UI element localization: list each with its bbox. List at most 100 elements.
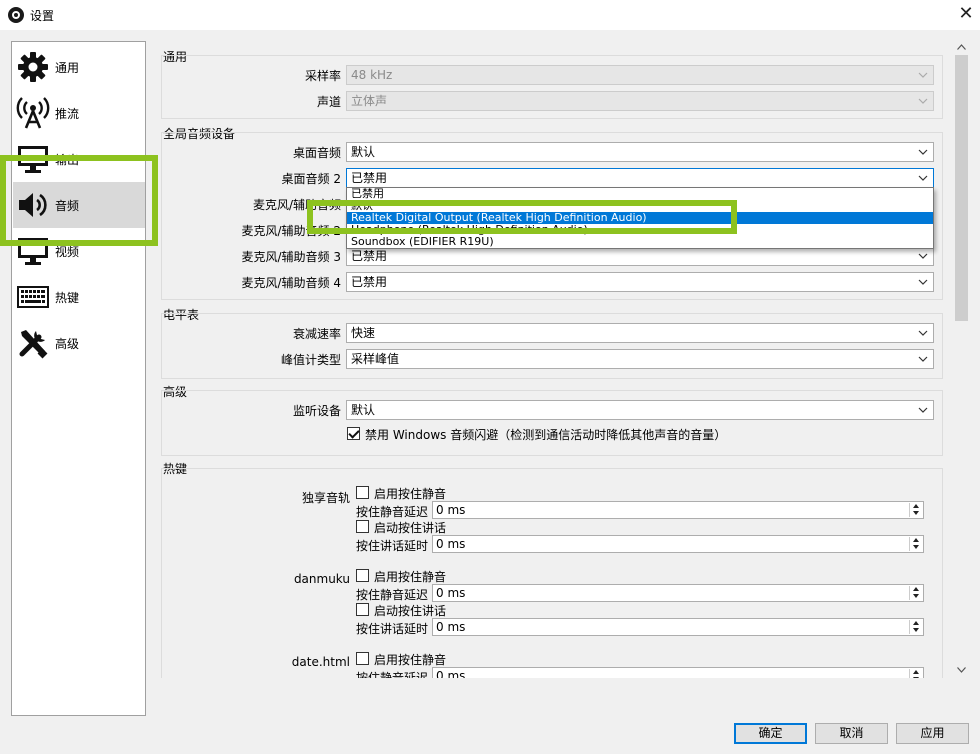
dropdown-option[interactable]: Soundbox (EDIFIER R19U) bbox=[347, 236, 933, 248]
push-to-talk-checkbox[interactable] bbox=[356, 603, 369, 616]
apply-button[interactable]: 应用 bbox=[896, 723, 969, 744]
channels-label: 声道 bbox=[316, 95, 341, 109]
dropdown-option[interactable]: 已禁用 bbox=[347, 188, 933, 200]
push-to-talk-checkbox[interactable] bbox=[356, 520, 369, 533]
mute-delay-spinbox[interactable]: 0 ms bbox=[432, 501, 924, 519]
sidebar-item-label: 输出 bbox=[55, 153, 80, 167]
channels-select: 立体声 bbox=[346, 91, 934, 111]
push-to-mute-checkbox[interactable] bbox=[356, 486, 369, 499]
chevron-down-icon bbox=[918, 330, 928, 336]
chevron-down-icon bbox=[918, 72, 928, 78]
sidebar-item-label: 通用 bbox=[55, 61, 80, 75]
decay-rate-select[interactable]: 快速 bbox=[346, 323, 934, 343]
sidebar-item-audio[interactable]: 音频 bbox=[13, 182, 145, 228]
spin-arrows-icon[interactable] bbox=[909, 669, 922, 678]
mute-delay-spinbox[interactable]: 0 ms bbox=[432, 667, 924, 678]
sidebar-item-label: 热键 bbox=[55, 291, 80, 305]
push-to-talk-label: 启动按住讲话 bbox=[374, 604, 447, 618]
spin-arrows-icon[interactable] bbox=[909, 537, 922, 551]
obs-logo-icon bbox=[8, 7, 24, 23]
sample-rate-label: 采样率 bbox=[304, 69, 341, 83]
sidebar-item-output[interactable]: 输出 bbox=[13, 136, 145, 182]
sidebar-item-advanced[interactable]: 高级 bbox=[13, 320, 145, 366]
chevron-down-icon bbox=[918, 149, 928, 155]
mic-aux-3-select[interactable]: 已禁用 bbox=[346, 246, 934, 266]
peak-meter-label: 峰值计类型 bbox=[280, 353, 341, 367]
push-to-talk-label: 启动按住讲话 bbox=[374, 521, 447, 535]
push-to-mute-label: 启用按住静音 bbox=[374, 653, 447, 667]
sidebar-item-label: 推流 bbox=[55, 107, 80, 121]
monitor-icon bbox=[16, 143, 50, 175]
mute-delay-label: 按住静音延迟 bbox=[356, 588, 429, 602]
antenna-icon bbox=[16, 97, 50, 129]
desktop-audio-label: 桌面音频 bbox=[292, 146, 341, 160]
vertical-scrollbar[interactable] bbox=[953, 38, 970, 678]
tools-icon bbox=[16, 327, 50, 359]
chevron-down-icon bbox=[918, 356, 928, 362]
ducking-label: 禁用 Windows 音频闪避（检测到通信活动时降低其他声音的音量） bbox=[365, 428, 727, 442]
mute-delay-label: 按住静音延迟 bbox=[356, 505, 429, 519]
mute-delay-spinbox[interactable]: 0 ms bbox=[432, 584, 924, 602]
group-hotkeys bbox=[161, 468, 943, 678]
chevron-down-icon bbox=[918, 175, 928, 181]
spin-arrows-icon[interactable] bbox=[909, 503, 922, 517]
sidebar-item-video[interactable]: 视频 bbox=[13, 228, 145, 274]
ducking-checkbox[interactable] bbox=[347, 427, 360, 440]
dropdown-option-highlighted[interactable]: Realtek Digital Output (Realtek High Def… bbox=[347, 212, 933, 224]
sidebar-item-hotkeys[interactable]: 热键 bbox=[13, 274, 145, 320]
sidebar-item-label: 视频 bbox=[55, 245, 80, 259]
push-to-mute-label: 启用按住静音 bbox=[374, 487, 447, 501]
mic-aux-3-label: 麦克风/辅助音频 3 bbox=[241, 250, 342, 264]
hotkey-source-name: 独享音轨 bbox=[301, 491, 350, 505]
title-bar: 设置 ✕ bbox=[0, 0, 980, 30]
ok-button[interactable]: 确定 bbox=[734, 723, 807, 744]
chevron-down-icon bbox=[918, 279, 928, 285]
chevron-down-icon bbox=[918, 253, 928, 259]
hotkey-source-name: danmuku bbox=[293, 572, 350, 586]
spin-arrows-icon[interactable] bbox=[909, 586, 922, 600]
desktop-audio-2-label: 桌面音频 2 bbox=[281, 172, 341, 186]
mic-aux-4-label: 麦克风/辅助音频 4 bbox=[241, 276, 342, 290]
push-to-mute-checkbox[interactable] bbox=[356, 569, 369, 582]
sidebar-item-label: 高级 bbox=[55, 337, 80, 351]
cancel-button[interactable]: 取消 bbox=[815, 723, 888, 744]
sidebar-item-general[interactable]: 通用 bbox=[13, 44, 145, 90]
desktop-audio-select[interactable]: 默认 bbox=[346, 142, 934, 162]
scroll-down-icon[interactable] bbox=[953, 661, 970, 678]
chevron-down-icon bbox=[918, 407, 928, 413]
settings-sidebar: 通用 推流 输出 音频 视频 热键 高级 bbox=[11, 41, 146, 716]
chevron-down-icon bbox=[918, 98, 928, 104]
talk-delay-label: 按住讲话延时 bbox=[356, 622, 429, 636]
push-to-mute-label: 启用按住静音 bbox=[374, 570, 447, 584]
sidebar-item-label: 音频 bbox=[55, 199, 80, 213]
spin-arrows-icon[interactable] bbox=[909, 620, 922, 634]
hotkey-source-name: date.html bbox=[291, 655, 350, 669]
talk-delay-label: 按住讲话延时 bbox=[356, 539, 429, 553]
scrollbar-thumb[interactable] bbox=[955, 55, 968, 321]
gear-icon bbox=[16, 51, 50, 83]
dropdown-option[interactable]: 默认 bbox=[347, 200, 933, 212]
monitor-device-label: 监听设备 bbox=[292, 404, 341, 418]
window-title: 设置 bbox=[30, 9, 55, 23]
close-icon[interactable]: ✕ bbox=[954, 2, 978, 26]
scroll-up-icon[interactable] bbox=[953, 38, 970, 55]
desktop-audio-2-dropdown: 已禁用 默认 Realtek Digital Output (Realtek H… bbox=[346, 187, 934, 249]
talk-delay-spinbox[interactable]: 0 ms bbox=[432, 618, 924, 636]
desktop-audio-2-select[interactable]: 已禁用 bbox=[346, 168, 934, 188]
keyboard-icon bbox=[16, 281, 50, 313]
push-to-mute-checkbox[interactable] bbox=[356, 652, 369, 665]
decay-rate-label: 衰减速率 bbox=[292, 327, 341, 341]
sample-rate-select: 48 kHz bbox=[346, 65, 934, 85]
mic-aux-2-label: 麦克风/辅助音频 2 bbox=[241, 224, 342, 238]
monitor-icon bbox=[16, 235, 50, 267]
talk-delay-spinbox[interactable]: 0 ms bbox=[432, 535, 924, 553]
mic-aux-label: 麦克风/辅助音频 bbox=[252, 198, 341, 212]
settings-content: 通用 采样率 48 kHz 声道 立体声 全局音频设备 桌面音频 默认 桌面音频… bbox=[153, 38, 953, 678]
mic-aux-4-select[interactable]: 已禁用 bbox=[346, 272, 934, 292]
speaker-icon bbox=[16, 189, 50, 221]
monitor-device-select[interactable]: 默认 bbox=[346, 400, 934, 420]
peak-meter-select[interactable]: 采样峰值 bbox=[346, 349, 934, 369]
sidebar-item-stream[interactable]: 推流 bbox=[13, 90, 145, 136]
dropdown-option[interactable]: Headphone (Realtek High Definition Audio… bbox=[347, 224, 933, 236]
mute-delay-label: 按住静音延迟 bbox=[356, 671, 429, 678]
